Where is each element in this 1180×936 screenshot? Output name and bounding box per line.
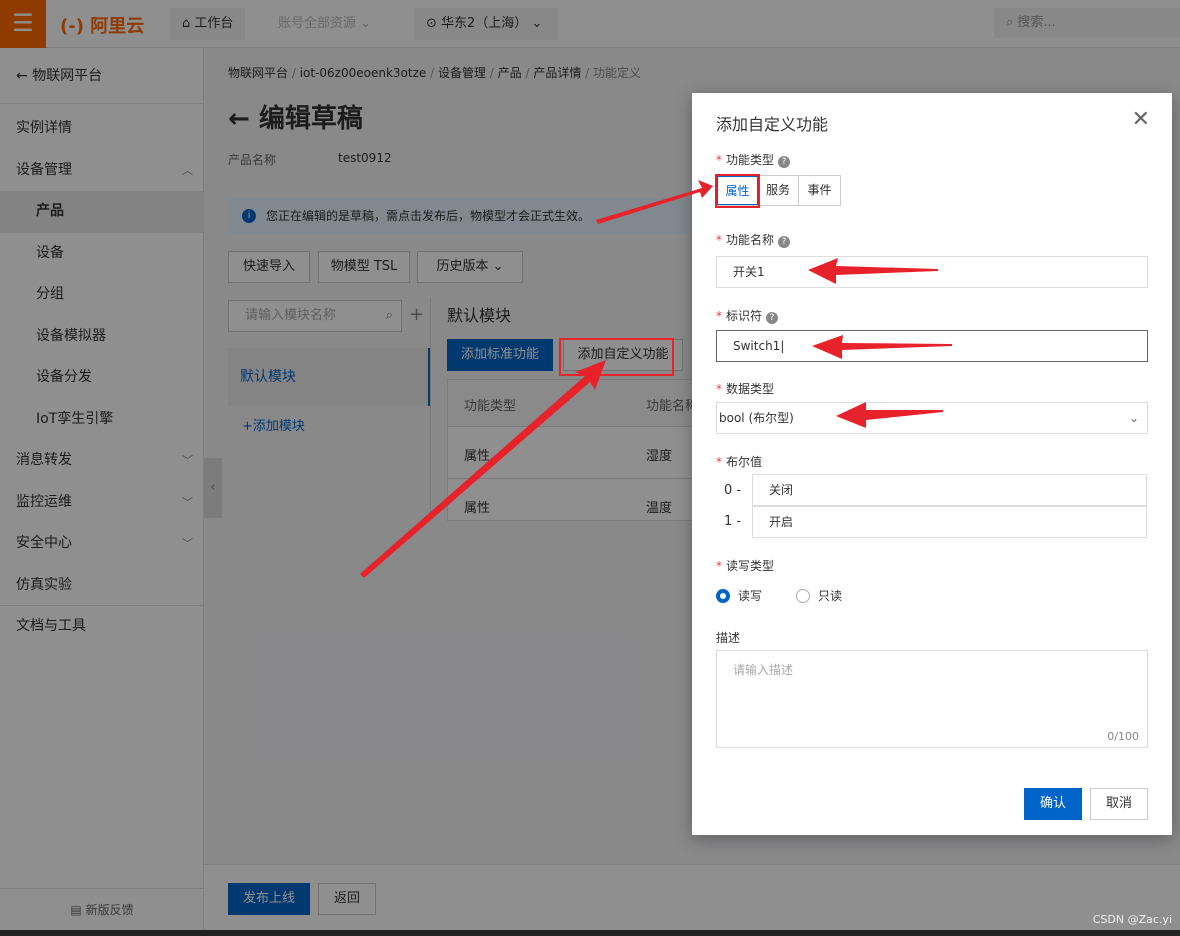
arrow-shape — [808, 258, 938, 284]
arrow-shape — [360, 360, 606, 578]
arrow-shape — [812, 335, 952, 359]
taskbar — [0, 930, 1180, 936]
watermark: CSDN @Zac.yi — [1092, 913, 1172, 926]
arrow-shape — [836, 402, 943, 428]
annotation-arrows — [360, 180, 952, 578]
arrow-shape — [596, 180, 713, 224]
